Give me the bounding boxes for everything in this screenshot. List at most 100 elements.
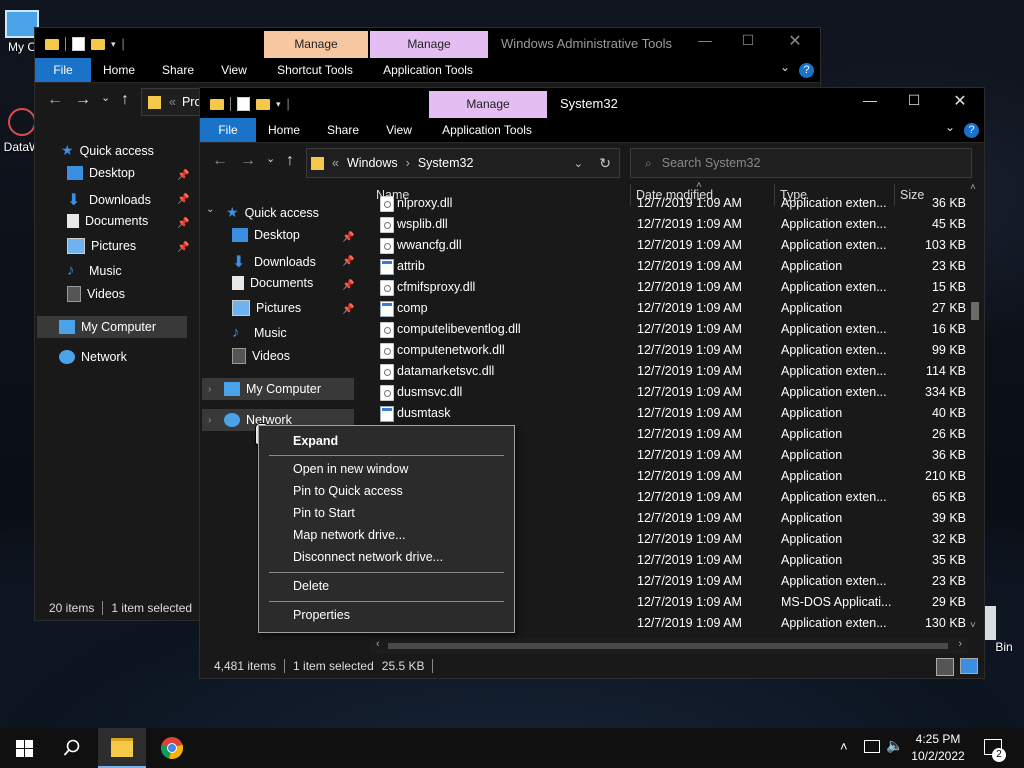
title-bar[interactable]: ▾ | Manage Manage Windows Administrative… [35, 28, 820, 58]
scroll-left-arrow-icon[interactable]: ‹ [376, 638, 380, 650]
scroll-up-arrow-icon[interactable]: ˄ [970, 182, 976, 193]
table-row[interactable]: dusmtask 12/7/2019 1:09 AM Application 40 K… [370, 403, 970, 424]
details-view-icon[interactable] [936, 658, 954, 676]
taskbar-chrome[interactable] [148, 728, 196, 768]
properties-icon[interactable] [72, 37, 85, 51]
tab-file[interactable]: File [35, 58, 91, 82]
show-hidden-icons-chevron-icon[interactable]: ˄ [840, 739, 848, 754]
tab-manage-application[interactable]: Manage [429, 91, 547, 118]
recent-locations-chevron-icon[interactable]: ⌄ [101, 91, 110, 104]
tab-home[interactable]: Home [97, 63, 141, 77]
menu-item-disconnect-network-drive[interactable]: Disconnect network drive... [293, 550, 443, 564]
nav-quick-access[interactable]: ★ Quick access [226, 204, 319, 221]
back-arrow-icon[interactable]: ← [212, 152, 228, 170]
scroll-down-arrow-icon[interactable]: ˅ [970, 620, 976, 631]
tab-share[interactable]: Share [155, 63, 201, 77]
minimize-icon[interactable]: — [860, 92, 880, 108]
table-row[interactable]: cfmifsproxy.dll 12/7/2019 1:09 AM Applicat… [370, 277, 970, 298]
table-row[interactable]: comp 12/7/2019 1:09 AM Application 27 KB [370, 298, 970, 319]
volume-icon[interactable]: 🔈 [886, 737, 903, 754]
nav-my-computer[interactable]: My Computer [37, 316, 187, 338]
tab-manage-application[interactable]: Manage [370, 31, 488, 58]
menu-item-open-new-window[interactable]: Open in new window [293, 462, 408, 476]
scroll-right-arrow-icon[interactable]: › [958, 638, 962, 650]
nav-documents[interactable]: Documents [232, 276, 313, 290]
title-bar[interactable]: ▾ | Manage System32 — ☐ ✕ [200, 88, 984, 118]
table-row[interactable]: dusmsvc.dll 12/7/2019 1:09 AM Application … [370, 382, 970, 403]
minimize-icon[interactable]: — [695, 32, 715, 48]
nav-quick-access[interactable]: ★ Quick access [61, 142, 154, 159]
customize-qat-chevron-icon[interactable]: ▾ [276, 99, 281, 110]
address-dropdown-chevron-icon[interactable]: ⌄ [574, 157, 583, 170]
nav-videos[interactable]: Videos [67, 286, 125, 302]
up-arrow-icon[interactable]: ↑ [286, 152, 294, 170]
chevron-down-icon[interactable]: ⌄ [206, 204, 214, 215]
nav-network[interactable]: Network [59, 350, 127, 364]
maximize-icon[interactable]: ☐ [738, 32, 758, 49]
breadcrumb-windows[interactable]: Windows [347, 156, 398, 170]
tab-manage-shortcut[interactable]: Manage [264, 31, 368, 58]
table-row[interactable]: wwancfg.dll 12/7/2019 1:09 AM Application … [370, 235, 970, 256]
menu-item-pin-quick-access[interactable]: Pin to Quick access [293, 484, 403, 498]
tab-file[interactable]: File [200, 118, 256, 142]
close-icon[interactable]: ✕ [785, 31, 805, 51]
scroll-thumb[interactable] [971, 302, 979, 320]
taskbar-file-explorer[interactable] [98, 728, 146, 768]
tab-application-tools[interactable]: Application Tools [375, 63, 481, 77]
customize-qat-chevron-icon[interactable]: ▾ [111, 39, 116, 50]
nav-my-computer[interactable]: › My Computer [202, 378, 354, 400]
ribbon-expand-chevron-icon[interactable]: ⌄ [777, 60, 793, 74]
nav-desktop[interactable]: Desktop [232, 228, 300, 242]
nav-desktop[interactable]: Desktop [67, 166, 135, 180]
new-folder-icon[interactable] [256, 98, 270, 110]
breadcrumb-system32[interactable]: System32 [418, 156, 474, 170]
forward-arrow-icon[interactable]: → [240, 152, 256, 170]
close-icon[interactable]: ✕ [950, 91, 970, 111]
nav-downloads[interactable]: ⬇ Downloads [232, 252, 316, 272]
help-icon[interactable]: ? [799, 63, 814, 78]
help-icon[interactable]: ? [964, 123, 979, 138]
recent-locations-chevron-icon[interactable]: ⌄ [266, 152, 275, 165]
scroll-thumb[interactable] [388, 643, 948, 649]
table-row[interactable]: computenetwork.dll 12/7/2019 1:09 AM Appli… [370, 340, 970, 361]
horizontal-scrollbar[interactable]: ‹ › [370, 638, 968, 654]
menu-item-delete[interactable]: Delete [293, 579, 329, 593]
nav-music[interactable]: ♪ Music [67, 262, 122, 279]
search-button[interactable] [48, 728, 96, 768]
forward-arrow-icon[interactable]: → [75, 91, 91, 109]
desktop-icon-recycle-bin[interactable]: Bin [984, 606, 1024, 654]
nav-videos[interactable]: Videos [232, 348, 290, 364]
menu-item-pin-start[interactable]: Pin to Start [293, 506, 355, 520]
clock-time[interactable]: 4:25 PM [906, 732, 970, 746]
table-row[interactable]: computelibeventlog.dll 12/7/2019 1:09 AM A… [370, 319, 970, 340]
table-row[interactable]: wsplib.dll 12/7/2019 1:09 AM Application e… [370, 214, 970, 235]
up-arrow-icon[interactable]: ↑ [121, 91, 129, 109]
new-folder-icon[interactable] [91, 38, 105, 50]
start-button[interactable] [0, 728, 48, 768]
menu-item-map-network-drive[interactable]: Map network drive... [293, 528, 406, 542]
tab-view[interactable]: View [378, 123, 420, 137]
table-row[interactable]: attrib 12/7/2019 1:09 AM Application 23 KB [370, 256, 970, 277]
network-tray-icon[interactable] [864, 740, 880, 753]
refresh-icon[interactable]: ↻ [599, 155, 611, 172]
vertical-scrollbar[interactable]: ˄ ˅ [968, 182, 982, 638]
search-input[interactable]: ⌕ Search System32 [630, 148, 972, 178]
ribbon-expand-chevron-icon[interactable]: ⌄ [942, 120, 958, 134]
clock-date[interactable]: 10/2/2022 [906, 749, 970, 763]
table-row[interactable]: nlproxy.dll 12/7/2019 1:09 AM Application … [370, 193, 970, 214]
nav-pictures[interactable]: Pictures [67, 238, 136, 254]
menu-item-expand[interactable]: Expand [293, 434, 338, 448]
nav-documents[interactable]: Documents [67, 214, 148, 228]
nav-pictures[interactable]: Pictures [232, 300, 301, 316]
back-arrow-icon[interactable]: ← [47, 91, 63, 109]
maximize-icon[interactable]: ☐ [904, 92, 924, 109]
large-icons-view-icon[interactable] [960, 658, 978, 674]
tab-view[interactable]: View [213, 63, 255, 77]
folder-icon[interactable] [45, 38, 59, 50]
nav-downloads[interactable]: ⬇ Downloads [67, 190, 151, 210]
properties-icon[interactable] [237, 97, 250, 111]
address-input[interactable]: « Windows › System32 ⌄ ↻ [306, 148, 620, 178]
nav-music[interactable]: ♪ Music [232, 324, 287, 341]
tab-home[interactable]: Home [262, 123, 306, 137]
folder-icon[interactable] [210, 98, 224, 110]
